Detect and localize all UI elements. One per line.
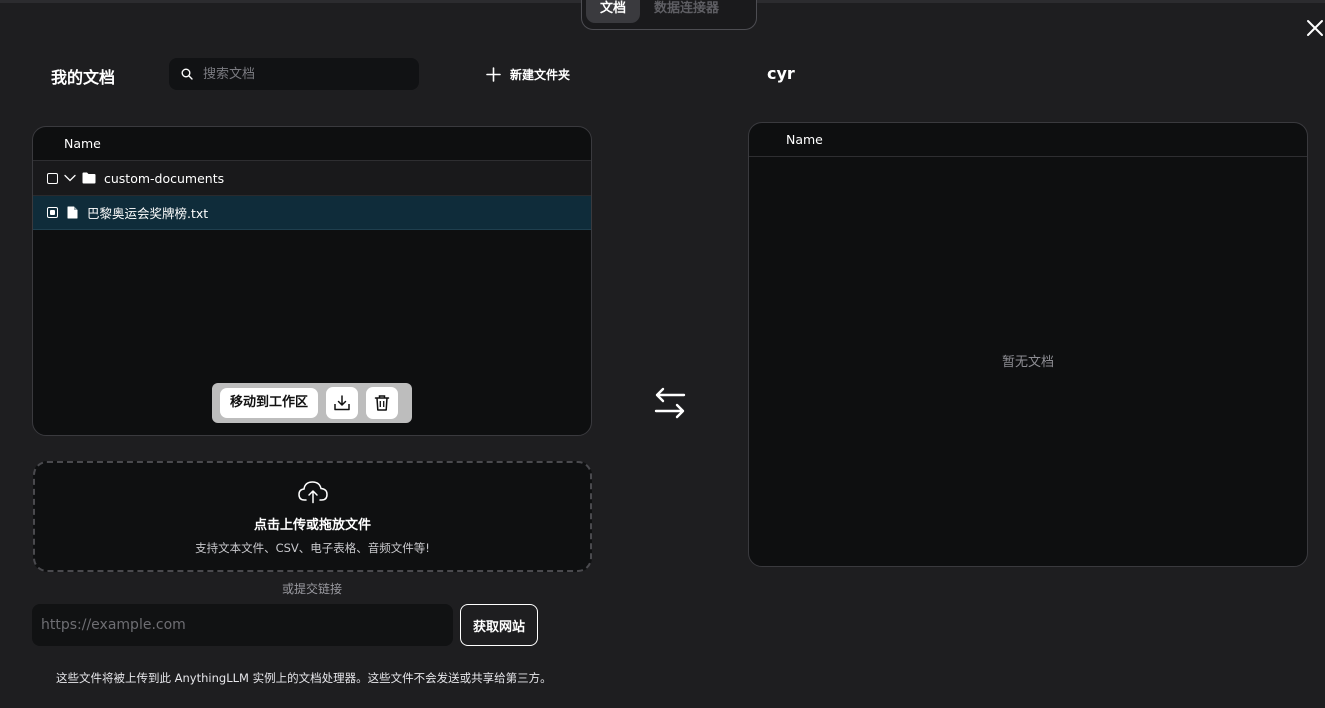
tab-bar: 文档 数据连接器 [581, 0, 757, 30]
new-folder-label: 新建文件夹 [510, 67, 571, 82]
folder-checkbox[interactable] [47, 172, 58, 184]
tab-data-connectors[interactable]: 数据连接器 [640, 0, 733, 23]
search-box[interactable] [169, 58, 419, 90]
new-folder-button[interactable]: 新建文件夹 [486, 64, 570, 84]
cloud-upload-icon [298, 481, 328, 504]
folder-icon [82, 172, 96, 184]
url-input[interactable] [32, 604, 453, 646]
file-name: 巴黎奥运会奖牌榜.txt [87, 206, 209, 221]
chevron-down-icon[interactable] [64, 174, 76, 182]
upload-subtitle: 支持文本文件、CSV、电子表格、音频文件等! [195, 541, 430, 555]
privacy-note: 这些文件将被上传到此 AnythingLLM 实例上的文档处理器。这些文件不会发… [56, 671, 552, 685]
column-header-name: Name [33, 127, 591, 161]
file-row[interactable]: 巴黎奥运会奖牌榜.txt [33, 196, 591, 230]
workspace-column-header-name: Name [749, 123, 1307, 157]
workspace-name: cyr [767, 64, 795, 83]
search-icon [181, 68, 193, 80]
upload-dropzone[interactable]: 点击上传或拖放文件 支持文本文件、CSV、电子表格、音频文件等! [33, 461, 592, 572]
or-submit-link-label: 或提交链接 [281, 582, 342, 596]
search-input[interactable] [201, 65, 405, 83]
file-icon [67, 206, 78, 219]
move-to-workspace-button[interactable]: 移动到工作区 [220, 388, 319, 418]
folder-row[interactable]: custom-documents [33, 161, 591, 196]
swap-arrows-icon[interactable] [652, 386, 688, 420]
tray-download-icon [334, 395, 350, 411]
my-documents-title: 我的文档 [51, 68, 116, 87]
plus-icon [486, 66, 501, 82]
tab-documents[interactable]: 文档 [586, 0, 641, 23]
document-manager-modal: 文档 数据连接器 我的文档 新建文件夹 Name custom-docume [0, 0, 1325, 708]
file-checkbox[interactable] [47, 207, 58, 218]
fetch-website-button[interactable]: 获取网站 [460, 604, 538, 646]
folder-name: custom-documents [104, 170, 225, 186]
empty-state-text: 暂无文档 [1001, 355, 1054, 370]
close-icon[interactable] [1304, 17, 1325, 39]
workspace-documents-panel: Name 暂无文档 [748, 122, 1308, 567]
upload-title: 点击上传或拖放文件 [253, 518, 371, 533]
trash-icon [374, 395, 390, 411]
delete-button[interactable] [366, 387, 399, 419]
download-button[interactable] [326, 387, 359, 419]
selection-action-bar: 移动到工作区 [212, 383, 412, 423]
